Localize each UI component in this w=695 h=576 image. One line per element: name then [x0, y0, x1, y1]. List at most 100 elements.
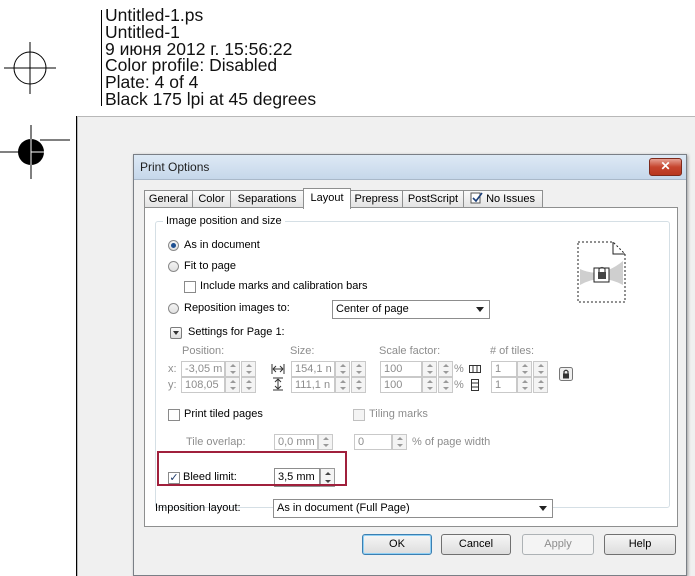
screen-info: Black 175 lpi at 45 degrees — [105, 88, 317, 109]
cancel-button-label: Cancel — [458, 538, 494, 550]
tiles-x-input[interactable]: 1 — [491, 361, 517, 377]
scale-height-input[interactable]: 100 — [380, 377, 422, 393]
scale-width-percent: % — [454, 363, 464, 375]
scale-height-value: 100 — [384, 379, 403, 391]
print-tiled-label: Print tiled pages — [184, 408, 263, 420]
tab-prepress-label: Prepress — [354, 193, 399, 205]
fit-to-page-label: Fit to page — [184, 260, 236, 272]
scale-header: Scale factor: — [379, 345, 441, 357]
position-x-value: -3,05 m — [185, 363, 223, 375]
horizontal-tiles-icon — [469, 365, 481, 373]
tiles-x-spinner-right[interactable] — [533, 361, 548, 377]
tiles-x-spinner[interactable] — [517, 361, 532, 377]
tile-overlap-input[interactable]: 0,0 mm — [274, 434, 318, 450]
tab-no-issues[interactable]: No Issues — [463, 190, 543, 207]
size-height-spinner[interactable] — [335, 377, 350, 393]
tab-no-issues-label: No Issues — [486, 193, 535, 205]
position-y-input[interactable]: 108,05 — [181, 377, 225, 393]
help-button-label: Help — [628, 538, 652, 550]
position-y-value: 108,05 — [185, 379, 219, 391]
dialog-titlebar[interactable]: Print Options ✕ — [134, 155, 686, 180]
scale-height-spinner[interactable] — [422, 377, 437, 393]
size-height-value: 111,1 n — [295, 379, 331, 391]
y-axis-label: y: — [168, 379, 177, 391]
print-options-dialog: Print Options ✕ General Color Separation… — [133, 154, 687, 576]
close-button[interactable]: ✕ — [649, 158, 682, 176]
bleed-limit-highlight — [157, 451, 347, 486]
height-arrows-icon — [273, 377, 283, 391]
page-width-label: % of page width — [412, 436, 491, 448]
tiles-y-input[interactable]: 1 — [491, 377, 517, 393]
tile-overlap-spinner[interactable] — [318, 434, 333, 450]
fit-to-page-radio[interactable] — [168, 261, 179, 272]
header-divider-line — [101, 10, 102, 106]
registration-mark-icon — [4, 42, 56, 94]
page-width-input[interactable]: 0 — [354, 434, 392, 450]
tab-color[interactable]: Color — [192, 190, 231, 207]
position-y-spinner[interactable] — [225, 377, 240, 393]
help-button[interactable]: Help — [604, 534, 676, 555]
size-width-spinner-right[interactable] — [351, 361, 366, 377]
ok-button[interactable]: OK — [362, 534, 432, 555]
tiling-marks-checkbox[interactable] — [353, 409, 365, 421]
reposition-radio[interactable] — [168, 303, 179, 314]
width-arrows-icon — [271, 364, 285, 374]
as-in-document-radio[interactable] — [168, 240, 179, 251]
imposition-select[interactable]: As in document (Full Page) — [273, 499, 553, 518]
scale-height-spinner-right[interactable] — [438, 377, 453, 393]
print-tiled-checkbox[interactable] — [168, 409, 180, 421]
lock-icon[interactable] — [559, 367, 573, 381]
scale-height-percent: % — [454, 379, 464, 391]
tab-separations-label: Separations — [237, 193, 297, 205]
tab-layout-label: Layout — [310, 192, 344, 204]
tiles-y-spinner[interactable] — [517, 377, 532, 393]
tab-general[interactable]: General — [144, 190, 193, 207]
apply-button[interactable]: Apply — [522, 534, 594, 555]
position-x-spinner[interactable] — [225, 361, 240, 377]
imposition-label: Imposition layout: — [155, 502, 241, 514]
close-icon: ✕ — [660, 159, 671, 173]
position-x-input[interactable]: -3,05 m — [181, 361, 225, 377]
tab-color-label: Color — [198, 193, 225, 205]
position-x-spinner-right[interactable] — [241, 361, 256, 377]
tile-overlap-label: Tile overlap: — [186, 436, 246, 448]
scale-width-value: 100 — [384, 363, 403, 375]
tiling-marks-label: Tiling marks — [369, 408, 428, 420]
tab-separations[interactable]: Separations — [230, 190, 304, 207]
scale-width-spinner[interactable] — [422, 361, 437, 377]
dialog-title: Print Options — [140, 160, 210, 174]
include-marks-label: Include marks and calibration bars — [200, 280, 368, 292]
size-width-input[interactable]: 154,1 n — [291, 361, 335, 377]
group-title: Image position and size — [163, 215, 285, 227]
tiles-header: # of tiles: — [490, 345, 535, 357]
include-marks-checkbox[interactable] — [184, 281, 196, 293]
tile-overlap-value: 0,0 mm — [278, 436, 315, 448]
tab-layout[interactable]: Layout — [303, 188, 351, 209]
check-document-icon — [470, 192, 483, 204]
cancel-button[interactable]: Cancel — [441, 534, 511, 555]
size-height-input[interactable]: 111,1 n — [291, 377, 335, 393]
page-width-spinner[interactable] — [392, 434, 407, 450]
chevron-down-icon — [476, 307, 484, 312]
page-width-value: 0 — [358, 436, 365, 448]
tiles-y-spinner-right[interactable] — [533, 377, 548, 393]
reposition-select-value: Center of page — [336, 303, 409, 315]
settings-for-page-label: Settings for Page 1: — [188, 326, 285, 338]
settings-expand-button[interactable] — [170, 327, 182, 339]
chevron-down-icon — [539, 506, 547, 511]
tab-postscript-label: PostScript — [407, 193, 459, 205]
as-in-document-label: As in document — [184, 239, 260, 251]
tab-postscript[interactable]: PostScript — [402, 190, 464, 207]
size-width-spinner[interactable] — [335, 361, 350, 377]
reposition-label: Reposition images to: — [184, 302, 290, 314]
reposition-select[interactable]: Center of page — [332, 300, 490, 319]
position-y-spinner-right[interactable] — [241, 377, 256, 393]
size-height-spinner-right[interactable] — [351, 377, 366, 393]
registration-mark-solid-icon — [0, 125, 70, 179]
tab-general-label: General — [148, 193, 189, 205]
tab-prepress[interactable]: Prepress — [350, 190, 403, 207]
scale-width-input[interactable]: 100 — [380, 361, 422, 377]
tiles-x-value: 1 — [495, 363, 502, 375]
page-preview-icon — [577, 241, 626, 303]
scale-width-spinner-right[interactable] — [438, 361, 453, 377]
